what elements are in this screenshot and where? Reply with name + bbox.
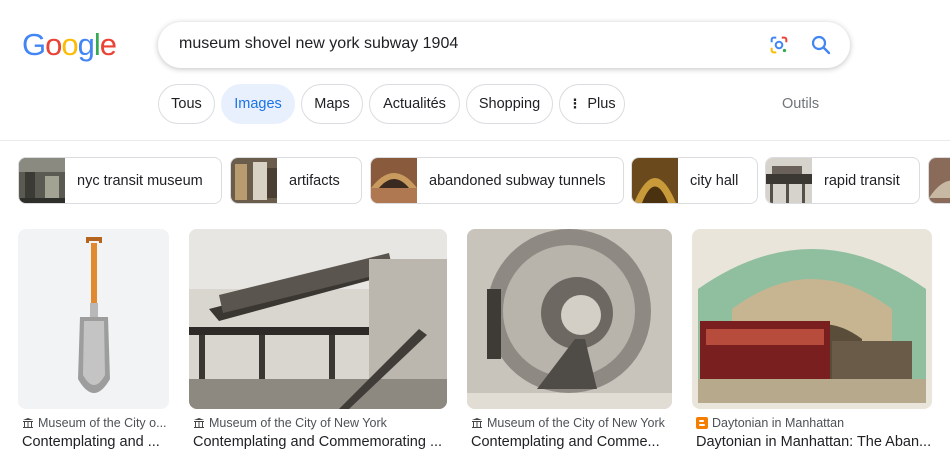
result-source[interactable]: Daytonian in Manhattan xyxy=(696,416,844,430)
source-label: Museum of the City of New York xyxy=(209,416,387,430)
suggestion-label: city hall xyxy=(690,172,739,189)
result-image[interactable] xyxy=(18,229,169,409)
suggestion-label: rapid transit xyxy=(824,172,900,189)
google-logo[interactable]: Google xyxy=(22,29,117,60)
tab-label: Tous xyxy=(171,96,202,112)
tab-label: Images xyxy=(234,96,282,112)
tools-button[interactable]: Outils xyxy=(782,96,819,112)
tab-label: Shopping xyxy=(478,96,541,112)
result-image[interactable] xyxy=(692,229,932,409)
source-label: Museum of the City o... xyxy=(38,416,167,430)
suggestion-label: abandoned subway tunnels xyxy=(429,172,606,189)
suggestion-thumbnail xyxy=(19,158,65,203)
tab-label: Plus xyxy=(587,96,616,112)
result-source[interactable]: Museum of the City of New York xyxy=(193,416,387,430)
result-title[interactable]: Contemplating and Commemorating ... xyxy=(193,434,443,450)
museum-favicon-icon xyxy=(22,417,34,429)
suggestion-chip[interactable]: city hall xyxy=(631,157,758,204)
tab-maps[interactable]: Maps xyxy=(301,84,363,124)
tab-images[interactable]: Images xyxy=(221,84,295,124)
result-source[interactable]: Museum of the City of New York xyxy=(471,416,665,430)
more-vert-icon: ⋮ xyxy=(568,96,582,111)
result-title[interactable]: Contemplating and ... xyxy=(22,434,172,450)
suggestion-chip[interactable] xyxy=(928,157,950,204)
google-lens-icon[interactable] xyxy=(768,34,790,56)
suggestion-thumbnail xyxy=(632,158,678,203)
suggestion-thumbnail xyxy=(766,158,812,203)
header-divider xyxy=(0,140,950,141)
search-input[interactable]: museum shovel new york subway 1904 xyxy=(179,35,458,53)
source-label: Daytonian in Manhattan xyxy=(712,416,845,430)
result-image[interactable] xyxy=(189,229,447,409)
result-source[interactable]: Museum of the City o... xyxy=(22,416,167,430)
museum-favicon-icon xyxy=(471,417,483,429)
tab-tous[interactable]: Tous xyxy=(158,84,215,124)
source-label: Museum of the City of New York xyxy=(487,416,665,430)
tab-shopping[interactable]: Shopping xyxy=(466,84,553,124)
suggestion-chip[interactable]: nyc transit museum xyxy=(18,157,222,204)
suggestion-chip[interactable]: abandoned subway tunnels xyxy=(370,157,624,204)
tab-label: Maps xyxy=(314,96,350,112)
suggestion-thumbnail xyxy=(929,158,950,203)
result-title[interactable]: Daytonian in Manhattan: The Aban... xyxy=(696,434,936,450)
suggestion-chip[interactable]: rapid transit xyxy=(765,157,920,204)
search-bar[interactable]: museum shovel new york subway 1904 xyxy=(158,22,850,68)
museum-favicon-icon xyxy=(193,417,205,429)
tab-actualites[interactable]: Actualités xyxy=(369,84,460,124)
search-icon[interactable] xyxy=(809,33,833,57)
suggestion-label: artifacts xyxy=(289,172,340,189)
tab-plus[interactable]: ⋮ Plus xyxy=(559,84,625,124)
suggestion-chip[interactable]: artifacts xyxy=(230,157,362,204)
result-image[interactable] xyxy=(467,229,672,409)
suggestion-thumbnail xyxy=(231,158,277,203)
suggestion-label: nyc transit museum xyxy=(77,172,203,189)
result-title[interactable]: Contemplating and Comme... xyxy=(471,434,671,450)
suggestion-thumbnail xyxy=(371,158,417,203)
blogger-favicon-icon xyxy=(696,417,708,429)
tab-label: Actualités xyxy=(383,96,446,112)
